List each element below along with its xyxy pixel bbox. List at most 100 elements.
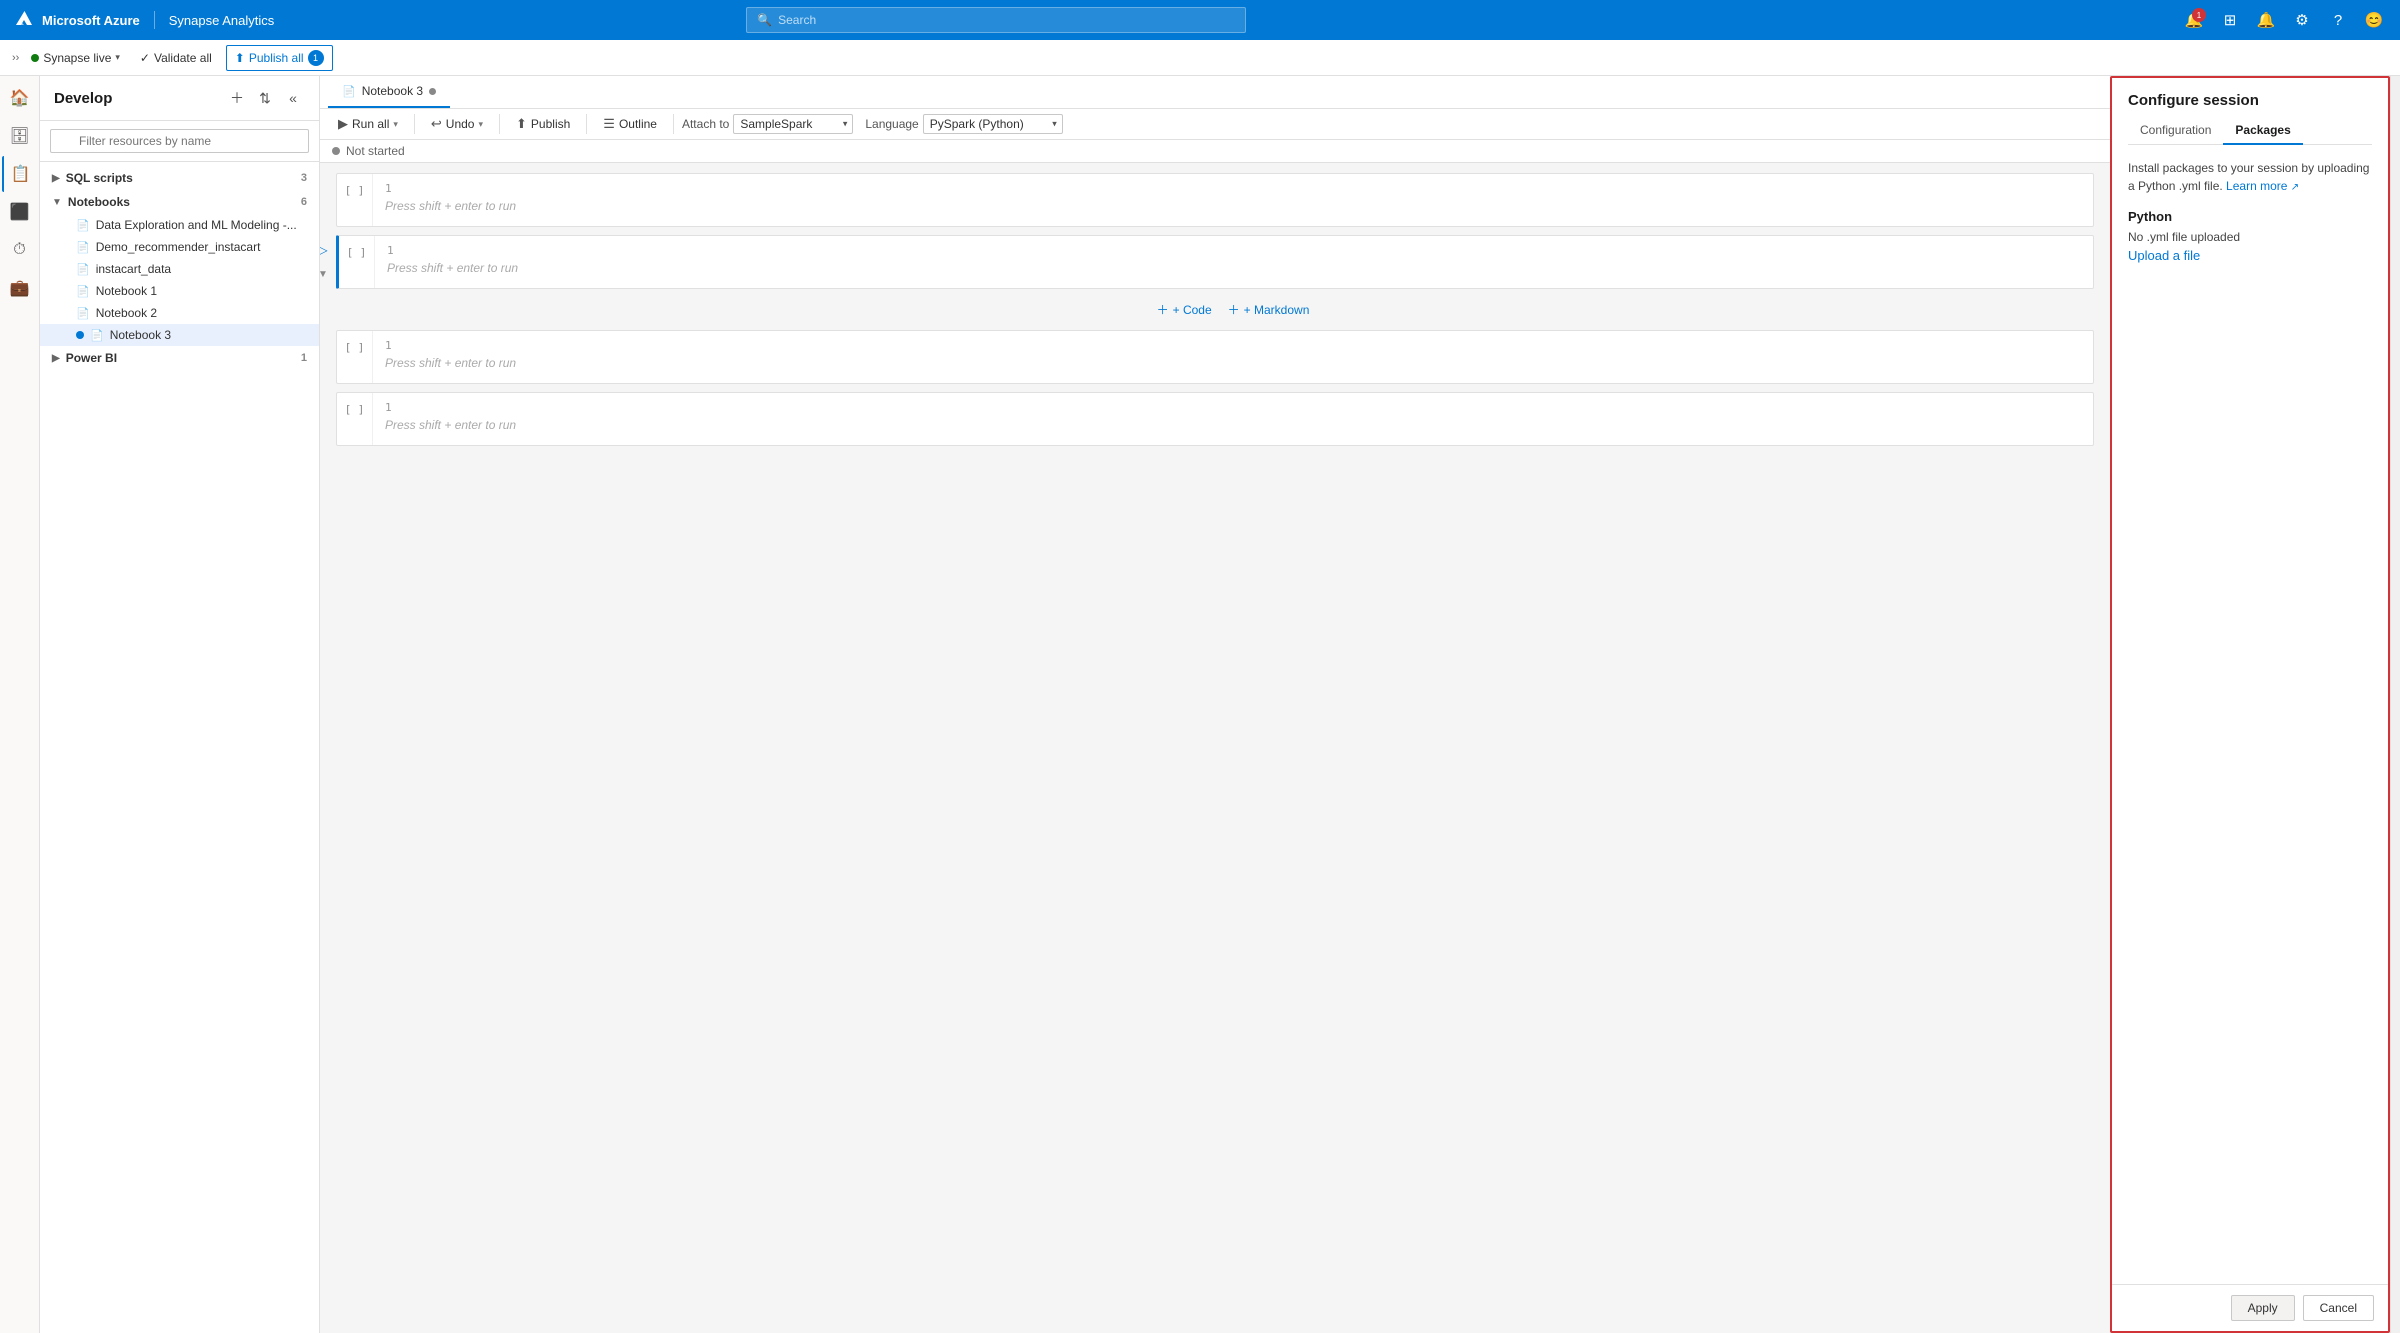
notebook-cell[interactable]: [ ] 1 Press shift + enter to run bbox=[336, 392, 2094, 446]
attach-to-select[interactable]: SampleSpark bbox=[733, 114, 853, 134]
learn-more-link[interactable]: Learn more ↗ bbox=[2226, 179, 2299, 193]
list-item[interactable]: 📄 Notebook 2 bbox=[40, 302, 319, 324]
power-bi-count: 1 bbox=[301, 352, 307, 364]
filter-input[interactable] bbox=[50, 129, 309, 153]
list-item[interactable]: 📄 Data Exploration and ML Modeling -... bbox=[40, 214, 319, 236]
configure-session-panel: Configure session Configuration Packages… bbox=[2110, 76, 2390, 1333]
undo-icon: ↩ bbox=[431, 116, 442, 132]
cancel-button[interactable]: Cancel bbox=[2303, 1295, 2374, 1321]
app-branding: Microsoft Azure bbox=[12, 9, 140, 31]
notebook-cell[interactable]: [ ] 1 Press shift + enter to run bbox=[336, 330, 2094, 384]
notebooks-label: Notebooks bbox=[68, 195, 130, 209]
collapse-panel-button[interactable]: « bbox=[281, 86, 305, 110]
list-item[interactable]: 📄 instacart_data bbox=[40, 258, 319, 280]
language-select[interactable]: PySpark (Python) bbox=[923, 114, 1063, 134]
plus-icon: ＋ bbox=[230, 88, 244, 108]
apply-button[interactable]: Apply bbox=[2231, 1295, 2295, 1321]
right-scrollbar[interactable] bbox=[2390, 76, 2400, 1333]
notebook-cell-active[interactable]: [ ] 1 Press shift + enter to run bbox=[336, 235, 2094, 289]
develop-sidebar-button[interactable]: 📋 bbox=[2, 156, 38, 192]
add-code-button[interactable]: ＋ + Code bbox=[1157, 301, 1212, 318]
notebook-icon: 📄 bbox=[76, 219, 90, 232]
integrate-sidebar-button[interactable]: ⬛ bbox=[2, 194, 38, 230]
toolbar-separator bbox=[414, 114, 415, 134]
list-item[interactable]: 📄 Notebook 1 bbox=[40, 280, 319, 302]
monitor-sidebar-button[interactable]: ⏱ bbox=[2, 232, 38, 268]
manage-sidebar-button[interactable]: 💼 bbox=[2, 270, 38, 306]
cell-content: 1 Press shift + enter to run bbox=[337, 331, 2093, 383]
list-item[interactable]: 📄 Demo_recommender_instacart bbox=[40, 236, 319, 258]
validate-all-button[interactable]: ✓ Validate all bbox=[132, 47, 220, 69]
cell-content: 1 Press shift + enter to run bbox=[337, 174, 2093, 226]
publish-all-label: Publish all bbox=[249, 51, 304, 65]
outline-icon: ☰ bbox=[603, 116, 615, 132]
alerts-button[interactable]: 🔔 bbox=[2252, 6, 2280, 34]
help-button[interactable]: ? bbox=[2324, 6, 2352, 34]
run-all-button[interactable]: ▶ Run all ▾ bbox=[330, 113, 406, 135]
publish-button[interactable]: ⬆ Publish bbox=[508, 113, 578, 135]
cell-placeholder: Press shift + enter to run bbox=[385, 199, 2081, 213]
notebook-tab-label: Notebook 3 bbox=[362, 84, 423, 98]
data-icon: 🗄 bbox=[9, 126, 29, 146]
validate-icon: ✓ bbox=[140, 51, 150, 65]
settings-button[interactable]: ⚙ bbox=[2288, 6, 2316, 34]
cell-move-down-button[interactable]: ▼ bbox=[320, 263, 334, 285]
add-resource-button[interactable]: ＋ bbox=[225, 86, 249, 110]
outline-button[interactable]: ☰ Outline bbox=[595, 113, 665, 135]
list-item-active[interactable]: 📄 Notebook 3 bbox=[40, 324, 319, 346]
notebook-tab[interactable]: 📄 Notebook 3 bbox=[328, 76, 450, 108]
upload-link-label: Upload a file bbox=[2128, 248, 2200, 263]
tree-area: ▶ SQL scripts 3 ▼ Notebooks 6 📄 Data Exp… bbox=[40, 162, 319, 1333]
notebook-item-label: Notebook 2 bbox=[96, 306, 157, 320]
tab-packages[interactable]: Packages bbox=[2223, 117, 2302, 145]
notification-badge: 1 bbox=[2192, 8, 2206, 22]
panel-title: Develop bbox=[54, 90, 112, 107]
search-bar[interactable]: 🔍 bbox=[746, 7, 1246, 33]
notebook-cell[interactable]: [ ] 1 Press shift + enter to run bbox=[336, 173, 2094, 227]
data-sidebar-button[interactable]: 🗄 bbox=[2, 118, 38, 154]
feedback-button[interactable]: 😊 bbox=[2360, 6, 2388, 34]
cells-area: [ ] 1 Press shift + enter to run ▷ ▼ [ ]… bbox=[320, 163, 2110, 1333]
plus-markdown-icon: ＋ bbox=[1228, 301, 1240, 318]
filter-input-wrap: 🔍 bbox=[50, 129, 309, 153]
configuration-tab-label: Configuration bbox=[2140, 123, 2211, 137]
no-file-text: No .yml file uploaded bbox=[2128, 230, 2372, 244]
cell-line-number: 1 bbox=[385, 339, 2081, 352]
add-markdown-button[interactable]: ＋ + Markdown bbox=[1228, 301, 1310, 318]
notebook-tab-icon: 📄 bbox=[342, 85, 356, 98]
notebook-item-label: Data Exploration and ML Modeling -... bbox=[96, 218, 297, 232]
portal-menu-button[interactable]: ⊞ bbox=[2216, 6, 2244, 34]
publish-all-button[interactable]: ⬆ Publish all 1 bbox=[226, 45, 333, 71]
grid-icon: ⊞ bbox=[2224, 11, 2237, 29]
search-input[interactable] bbox=[778, 13, 1235, 27]
manage-icon: 💼 bbox=[10, 278, 30, 298]
cell-run-button[interactable]: ▷ bbox=[320, 239, 334, 261]
cell-line-number: 1 bbox=[387, 244, 2081, 257]
synapse-live-button[interactable]: Synapse live ▾ bbox=[25, 49, 126, 67]
modified-dot bbox=[76, 331, 84, 339]
main-layout: 🏠 🗄 📋 ⬛ ⏱ 💼 Develop ＋ ⇅ bbox=[0, 76, 2400, 1333]
collapse-icon[interactable]: ›› bbox=[12, 52, 19, 64]
tree-section-power-bi[interactable]: ▶ Power BI 1 bbox=[40, 346, 319, 370]
tree-section-sql-scripts[interactable]: ▶ SQL scripts 3 bbox=[40, 166, 319, 190]
toolbar-separator bbox=[586, 114, 587, 134]
resource-panel: Develop ＋ ⇅ « 🔍 ▶ SQ bbox=[40, 76, 320, 1333]
tree-expand-icon: ▶ bbox=[52, 173, 60, 184]
filter-icon: ⇅ bbox=[259, 90, 271, 107]
attach-to-label: Attach to bbox=[682, 117, 729, 131]
notebook-icon: 📄 bbox=[76, 263, 90, 276]
notifications-button[interactable]: 🔔 1 bbox=[2180, 6, 2208, 34]
attach-to-select-wrap: SampleSpark ▾ bbox=[733, 114, 853, 134]
home-sidebar-button[interactable]: 🏠 bbox=[2, 80, 38, 116]
tree-section-notebooks[interactable]: ▼ Notebooks 6 bbox=[40, 190, 319, 214]
config-panel-title: Configure session bbox=[2128, 92, 2372, 109]
cell-gutter: [ ] bbox=[337, 174, 373, 226]
plus-code-icon: ＋ bbox=[1157, 301, 1169, 318]
upload-file-link[interactable]: Upload a file bbox=[2128, 248, 2200, 263]
notebook-item-label: Notebook 3 bbox=[110, 328, 171, 342]
tab-configuration[interactable]: Configuration bbox=[2128, 117, 2223, 145]
service-name: Synapse Analytics bbox=[169, 13, 275, 28]
filter-resource-button[interactable]: ⇅ bbox=[253, 86, 277, 110]
validate-all-label: Validate all bbox=[154, 51, 212, 65]
undo-button[interactable]: ↩ Undo ▾ bbox=[423, 113, 491, 135]
